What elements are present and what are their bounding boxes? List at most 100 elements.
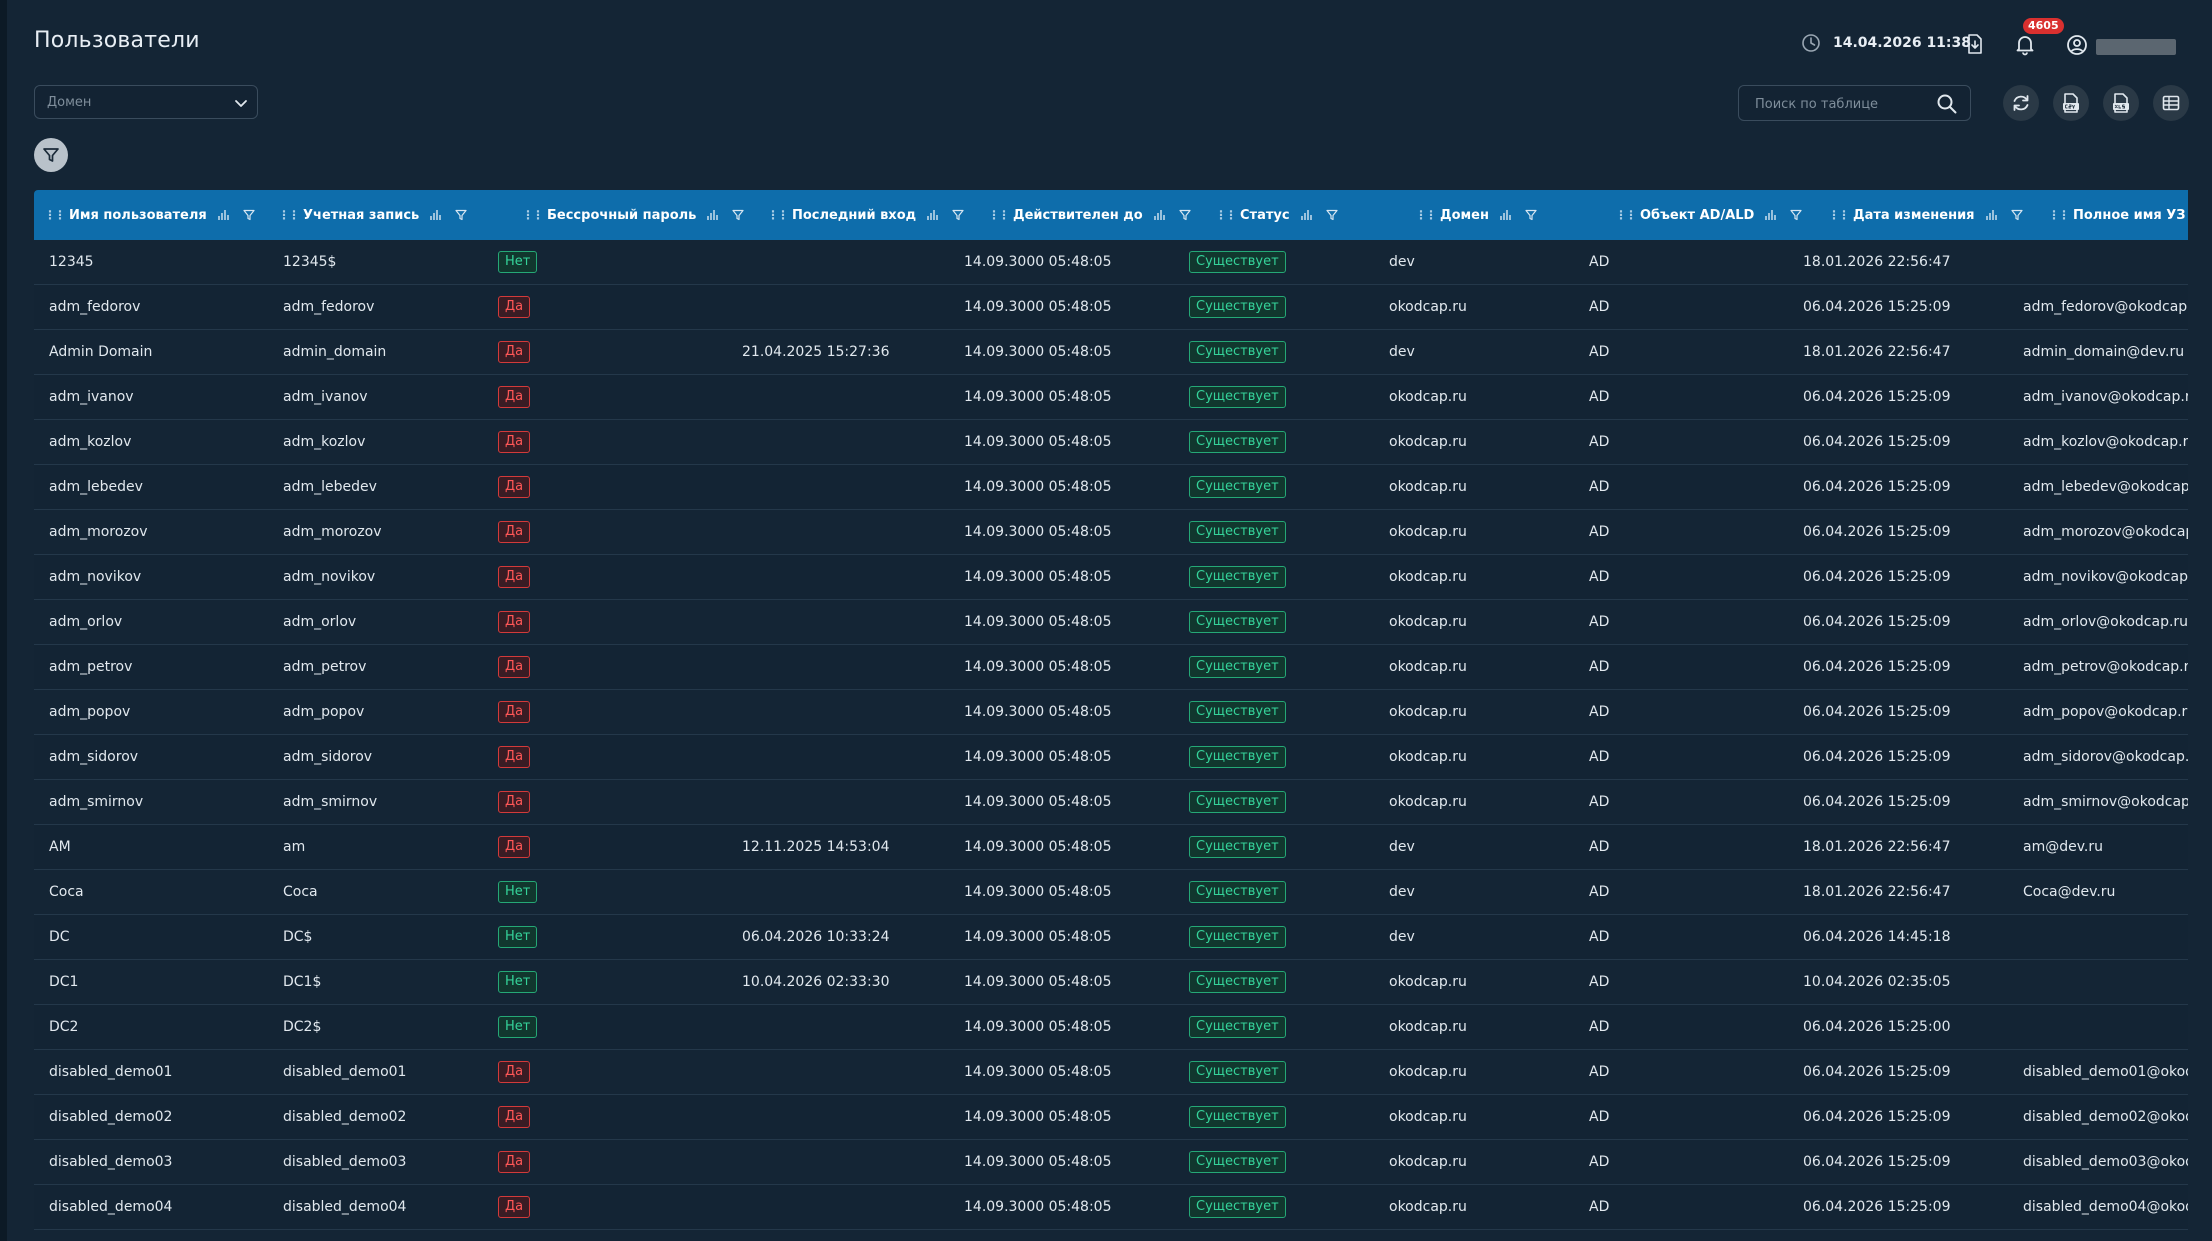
cell-domain: dev bbox=[1389, 839, 1415, 855]
cell-username: Coca bbox=[49, 884, 84, 900]
table-row[interactable]: disabled_demo03 disabled_demo03 Да 14.09.30… bbox=[34, 1140, 2188, 1185]
status-badge: Существует bbox=[1189, 656, 1286, 678]
drag-handle-icon[interactable]: ⋮⋮ bbox=[988, 208, 1010, 222]
password-badge: Да bbox=[498, 611, 531, 633]
cell-modified-date: 10.04.2026 02:35:05 bbox=[1803, 974, 1951, 990]
column-filter-icon[interactable] bbox=[243, 209, 255, 221]
cell-status: Существует bbox=[1189, 780, 1286, 824]
status-badge: Существует bbox=[1189, 296, 1286, 318]
table-row[interactable]: adm_morozov adm_morozov Да 14.09.3000 05:48… bbox=[34, 510, 2188, 555]
columns-settings-button[interactable] bbox=[2153, 85, 2189, 121]
column-filter-icon[interactable] bbox=[455, 209, 467, 221]
drag-handle-icon[interactable]: ⋮⋮ bbox=[1828, 208, 1850, 222]
table-row[interactable]: Coca Coca Нет 14.09.3000 05:48:05 Существует… bbox=[34, 870, 2188, 915]
column-filter-icon[interactable] bbox=[1325, 209, 1338, 221]
sort-icon[interactable] bbox=[1985, 209, 1997, 221]
cell-account: adm_novikov bbox=[283, 569, 376, 585]
sort-icon[interactable] bbox=[217, 209, 229, 221]
export-csv-button[interactable] bbox=[2053, 85, 2089, 121]
sort-icon[interactable] bbox=[429, 209, 441, 221]
column-header-username[interactable]: ⋮⋮ Имя пользователя bbox=[44, 190, 255, 240]
column-header-ad-object[interactable]: ⋮⋮ Объект AD/ALD bbox=[1615, 190, 1802, 240]
table-row[interactable]: AM am Да 12.11.2025 14:53:04 14.09.3000 05:4… bbox=[34, 825, 2188, 870]
drag-handle-icon[interactable]: ⋮⋮ bbox=[44, 208, 66, 222]
cell-ad-object: AD bbox=[1589, 299, 1610, 315]
refresh-button[interactable] bbox=[2003, 85, 2039, 121]
table-search[interactable] bbox=[1738, 85, 1971, 121]
drag-handle-icon[interactable]: ⋮⋮ bbox=[1215, 208, 1237, 222]
column-header-last-login[interactable]: ⋮⋮ Последний вход bbox=[767, 190, 964, 240]
column-header-label: Статус bbox=[1240, 207, 1290, 223]
cell-account: DC2$ bbox=[283, 1019, 322, 1035]
filter-button[interactable] bbox=[34, 138, 68, 172]
cell-ad-object: AD bbox=[1589, 884, 1610, 900]
sort-icon[interactable] bbox=[1764, 209, 1777, 221]
table-row[interactable]: adm_petrov adm_petrov Да 14.09.3000 05:48:0… bbox=[34, 645, 2188, 690]
cell-permanent-password: Да bbox=[498, 1185, 531, 1229]
table-row[interactable]: disabled_demo02 disabled_demo02 Да 14.09.30… bbox=[34, 1095, 2188, 1140]
table-row[interactable]: adm_ivanov adm_ivanov Да 14.09.3000 05:48:0… bbox=[34, 375, 2188, 420]
column-header-full-name[interactable]: ⋮⋮ Полное имя УЗ bbox=[2048, 190, 2188, 240]
table-row[interactable]: adm_lebedev adm_lebedev Да 14.09.3000 05:48… bbox=[34, 465, 2188, 510]
column-filter-icon[interactable] bbox=[1790, 209, 1802, 221]
cell-username: adm_fedorov bbox=[49, 299, 141, 315]
column-filter-icon[interactable] bbox=[732, 209, 745, 221]
table-row[interactable]: adm_popov adm_popov Да 14.09.3000 05:48:05 С… bbox=[34, 690, 2188, 735]
cell-account: admin_domain bbox=[283, 344, 387, 360]
column-header-account[interactable]: ⋮⋮ Учетная запись bbox=[278, 190, 467, 240]
table-row[interactable]: Admin Domain admin_domain Да 21.04.2025 15:… bbox=[34, 330, 2188, 375]
table-row[interactable]: DC DC$ Нет 06.04.2026 10:33:24 14.09.3000 05… bbox=[34, 915, 2188, 960]
domain-select[interactable]: Домен bbox=[34, 85, 258, 119]
column-header-domain[interactable]: ⋮⋮ Домен bbox=[1415, 190, 1537, 240]
sort-icon[interactable] bbox=[926, 209, 938, 221]
table-row[interactable]: DC1 DC1$ Нет 10.04.2026 02:33:30 14.09.3000 … bbox=[34, 960, 2188, 1005]
drag-handle-icon[interactable]: ⋮⋮ bbox=[522, 208, 544, 222]
password-badge: Да bbox=[498, 1151, 531, 1173]
table-row[interactable]: disabled_demo04 disabled_demo04 Да 14.09.30… bbox=[34, 1185, 2188, 1230]
sort-icon[interactable] bbox=[1300, 209, 1312, 221]
column-header-valid-until[interactable]: ⋮⋮ Действителен до bbox=[988, 190, 1191, 240]
drag-handle-icon[interactable]: ⋮⋮ bbox=[278, 208, 300, 222]
column-filter-icon[interactable] bbox=[952, 209, 964, 221]
cell-status: Существует bbox=[1189, 375, 1286, 419]
download-report-icon[interactable] bbox=[1963, 32, 1987, 56]
sort-icon[interactable] bbox=[706, 209, 719, 221]
status-badge: Существует bbox=[1189, 971, 1286, 993]
domain-select-placeholder: Домен bbox=[47, 95, 92, 110]
cell-permanent-password: Да bbox=[498, 465, 531, 509]
column-filter-icon[interactable] bbox=[2010, 209, 2023, 221]
drag-handle-icon[interactable]: ⋮⋮ bbox=[1415, 208, 1437, 222]
table-row[interactable]: DC2 DC2$ Нет 14.09.3000 05:48:05 Существует o… bbox=[34, 1005, 2188, 1050]
column-header-modified-date[interactable]: ⋮⋮ Дата изменения bbox=[1828, 190, 2023, 240]
export-xls-button[interactable] bbox=[2103, 85, 2139, 121]
search-input[interactable] bbox=[1753, 94, 1927, 114]
cell-username: adm_petrov bbox=[49, 659, 133, 675]
table-row[interactable]: adm_orlov adm_orlov Да 14.09.3000 05:48:05 С… bbox=[34, 600, 2188, 645]
column-header-status[interactable]: ⋮⋮ Статус bbox=[1215, 190, 1338, 240]
column-header-permanent-password[interactable]: ⋮⋮ Бессрочный пароль bbox=[522, 190, 745, 240]
user-name-placeholder[interactable] bbox=[2096, 39, 2176, 55]
search-icon[interactable] bbox=[1936, 93, 1958, 115]
cell-ad-object: AD bbox=[1589, 749, 1610, 765]
user-avatar-icon[interactable] bbox=[2065, 33, 2089, 57]
sort-icon[interactable] bbox=[1499, 209, 1511, 221]
column-filter-icon[interactable] bbox=[1179, 209, 1191, 221]
cell-full-name: am@dev.ru bbox=[2023, 839, 2103, 855]
table-row[interactable]: 12345 12345$ Нет 14.09.3000 05:48:05 Существ… bbox=[34, 240, 2188, 285]
bell-icon[interactable] bbox=[2013, 32, 2037, 56]
drag-handle-icon[interactable]: ⋮⋮ bbox=[2048, 208, 2070, 222]
table-row[interactable]: adm_sidorov adm_sidorov Да 14.09.3000 05:48… bbox=[34, 735, 2188, 780]
table-row[interactable]: adm_novikov adm_novikov Да 14.09.3000 05:48… bbox=[34, 555, 2188, 600]
cell-modified-date: 06.04.2026 14:45:18 bbox=[1803, 929, 1951, 945]
table-row[interactable]: disabled_demo01 disabled_demo01 Да 14.09.30… bbox=[34, 1050, 2188, 1095]
drag-handle-icon[interactable]: ⋮⋮ bbox=[767, 208, 789, 222]
table-row[interactable]: adm_fedorov adm_fedorov Да 14.09.3000 05:48… bbox=[34, 285, 2188, 330]
table-row[interactable]: adm_smirnov adm_smirnov Да 14.09.3000 05:48… bbox=[34, 780, 2188, 825]
cell-valid-until: 14.09.3000 05:48:05 bbox=[964, 434, 1112, 450]
cell-valid-until: 14.09.3000 05:48:05 bbox=[964, 1154, 1112, 1170]
column-filter-icon[interactable] bbox=[1525, 209, 1537, 221]
sort-icon[interactable] bbox=[1153, 209, 1165, 221]
drag-handle-icon[interactable]: ⋮⋮ bbox=[1615, 208, 1637, 222]
table-row[interactable]: adm_kozlov adm_kozlov Да 14.09.3000 05:48:0… bbox=[34, 420, 2188, 465]
cell-ad-object: AD bbox=[1589, 974, 1610, 990]
